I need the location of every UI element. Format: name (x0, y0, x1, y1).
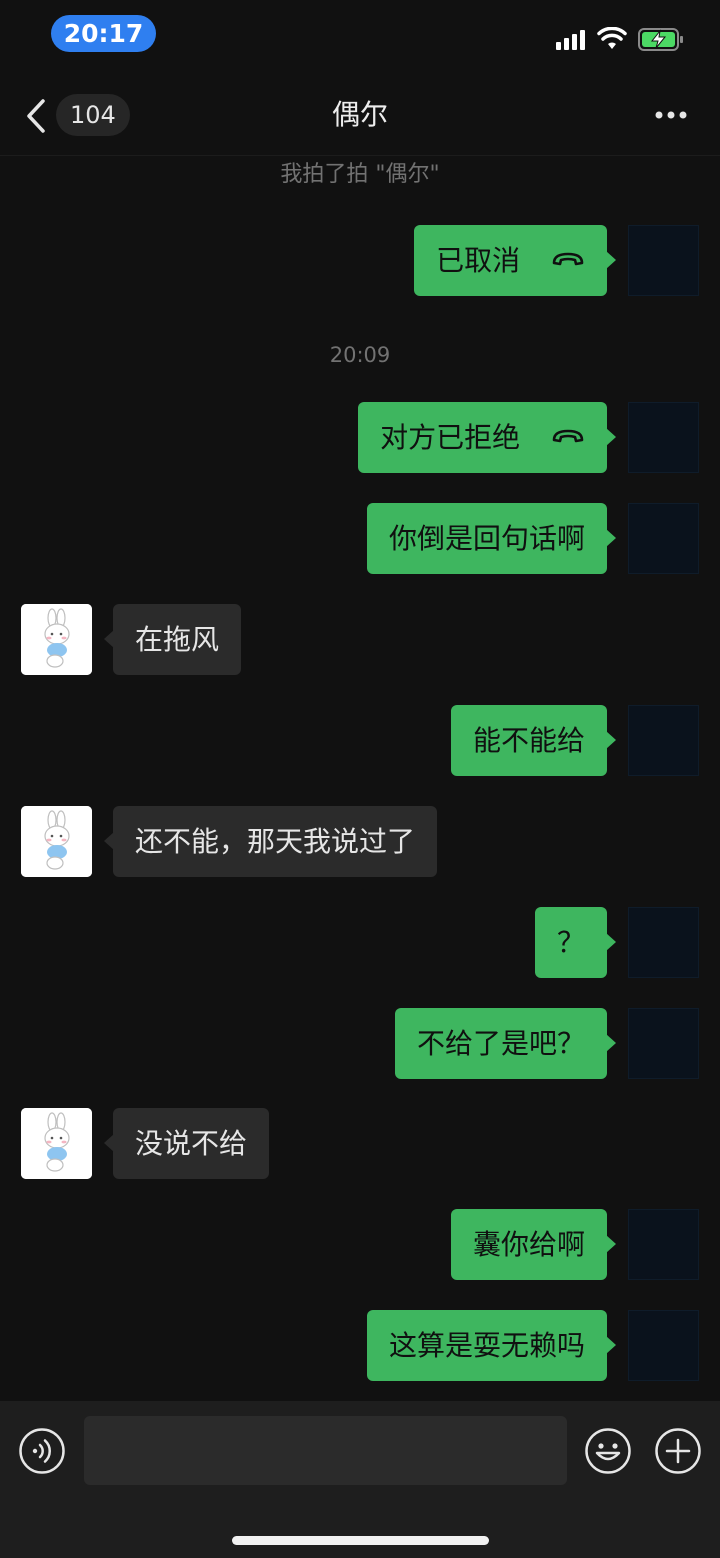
message-bubble-outgoing[interactable]: 囊你给啊 (450, 1209, 617, 1280)
status-time: 20:17 (51, 15, 156, 52)
avatar[interactable] (628, 1310, 699, 1381)
message-input[interactable] (84, 1416, 567, 1485)
message-bubble-outgoing[interactable]: 能不能给 (450, 705, 617, 776)
avatar[interactable] (628, 705, 699, 776)
message-text: 你倒是回句话啊 (388, 522, 585, 555)
message-text: 在拖风 (135, 623, 220, 656)
message-bubble-incoming[interactable]: 没说不给 (103, 1108, 270, 1179)
avatar[interactable] (21, 1108, 92, 1179)
avatar[interactable] (628, 907, 699, 978)
add-more-icon[interactable] (654, 1427, 702, 1475)
more-options-icon[interactable] (654, 110, 688, 120)
bunny-avatar-icon (21, 604, 92, 675)
pat-system-message: 我拍了拍 "偶尔" (280, 162, 440, 187)
message-text: 能不能给 (472, 724, 585, 757)
avatar[interactable] (628, 402, 699, 473)
message-input-bar (0, 1401, 720, 1558)
message-text: 还不能，那天我说过了 (135, 825, 416, 858)
avatar[interactable] (628, 503, 699, 574)
chat-title: 偶尔 (331, 98, 388, 131)
message-bubble-outgoing[interactable]: 不给了是吧？ (394, 1008, 617, 1079)
message-text: 这算是耍无赖吗 (388, 1329, 585, 1362)
emoji-icon[interactable] (584, 1427, 632, 1475)
avatar[interactable] (628, 1209, 699, 1280)
message-text: ？ (556, 926, 585, 959)
battery-charging-icon (638, 28, 683, 51)
message-text: 没说不给 (135, 1127, 248, 1160)
status-bar: 20:17 (0, 0, 720, 70)
chat-header: 104 偶尔 (0, 70, 720, 156)
message-bubble-outgoing[interactable]: 你倒是回句话啊 (366, 503, 617, 574)
message-bubble-outgoing[interactable]: 对方已拒绝 (358, 402, 616, 473)
bunny-avatar-icon (21, 806, 92, 877)
message-text: 不给了是吧？ (416, 1027, 585, 1060)
message-text: 对方已拒绝 (380, 421, 521, 454)
avatar[interactable] (21, 604, 92, 675)
avatar[interactable] (628, 1008, 699, 1079)
message-bubble-incoming[interactable]: 还不能，那天我说过了 (103, 806, 438, 877)
message-bubble-incoming[interactable]: 在拖风 (103, 604, 242, 675)
avatar[interactable] (628, 225, 699, 296)
message-bubble-outgoing[interactable]: ？ (534, 907, 617, 978)
cellular-signal-icon (556, 30, 585, 50)
message-text: 囊你给啊 (472, 1228, 585, 1261)
wifi-icon (597, 27, 627, 49)
message-text: 已取消 (436, 244, 521, 277)
hangup-icon (552, 252, 584, 266)
message-timestamp: 20:09 (329, 343, 391, 367)
home-indicator[interactable] (232, 1536, 489, 1545)
bunny-avatar-icon (21, 1108, 92, 1179)
message-bubble-outgoing[interactable]: 已取消 (414, 225, 616, 296)
hangup-icon (552, 429, 584, 443)
voice-input-icon[interactable] (18, 1427, 66, 1475)
message-bubble-outgoing[interactable]: 这算是耍无赖吗 (366, 1310, 617, 1381)
avatar[interactable] (21, 806, 92, 877)
